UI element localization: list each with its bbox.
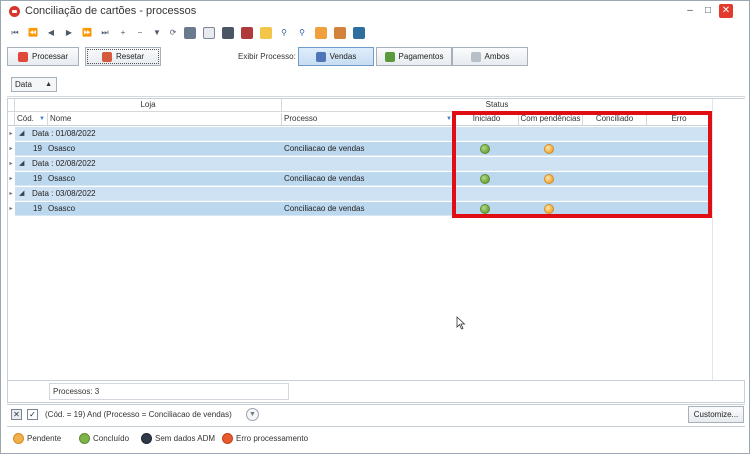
sales-icon (315, 51, 326, 62)
close-button[interactable]: ✕ (719, 4, 733, 18)
prev-record-icon[interactable]: ◀ (45, 27, 57, 39)
orange-dot-icon (13, 433, 24, 444)
refresh-icon[interactable]: ⟳ (167, 27, 179, 39)
grid-right-spacer (712, 99, 745, 380)
group-by-data[interactable]: Data ▲ (11, 77, 57, 92)
zoom-out-icon[interactable]: ⚲ (296, 27, 308, 39)
collapse-icon[interactable]: ◢ (19, 127, 24, 141)
filter-icon[interactable]: ▼ (151, 27, 163, 39)
last-page-icon[interactable]: ⏭ (99, 27, 111, 39)
both-icon (470, 51, 481, 62)
print-icon[interactable] (222, 27, 234, 39)
legend-pendente: Pendente (13, 432, 61, 445)
band-loja: Loja (15, 99, 282, 112)
legend-sem-dados: Sem dados ADM (141, 432, 215, 445)
app-icon (9, 6, 20, 17)
legend-erro: Erro processamento (222, 432, 308, 445)
report-icon[interactable] (241, 27, 253, 39)
row-indicator: ▸ (9, 131, 13, 137)
row-indicator: ▸ (9, 161, 13, 167)
legend-concluido: Concluído (79, 432, 129, 445)
col-cod[interactable]: Cód. ▼ (15, 113, 48, 126)
export-icon[interactable] (184, 27, 196, 39)
row-indicator: ▸ (9, 176, 13, 182)
green-dot-icon (79, 433, 90, 444)
insert-icon[interactable]: + (117, 27, 129, 39)
ambos-button[interactable]: Ambos (452, 47, 528, 66)
folder-icon[interactable] (260, 27, 272, 39)
next-page-icon[interactable]: ⏩ (81, 27, 93, 39)
window: Conciliação de cartões - processos – □ ✕… (0, 0, 750, 454)
exit-icon[interactable] (353, 27, 365, 39)
first-page-icon[interactable]: ⏮ (9, 27, 21, 39)
dark-dot-icon (141, 433, 152, 444)
customize-button[interactable]: Customize... (688, 406, 744, 423)
row-indicator: ▸ (9, 146, 13, 152)
minimize-button[interactable]: – (683, 4, 697, 18)
process-count: Processos: 3 (49, 383, 289, 400)
zoom-in-icon[interactable]: ⚲ (278, 27, 290, 39)
grid-row-header (8, 113, 15, 126)
filter-expression[interactable]: (Cód. = 19) And (Processo = Conciliacao … (45, 410, 232, 419)
summary-footer: Processos: 3 (7, 381, 745, 403)
next-record-icon[interactable]: ▶ (63, 27, 75, 39)
status-legend: Pendente Concluído Sem dados ADM Erro pr… (7, 426, 745, 450)
play-icon (17, 51, 28, 62)
reset-icon (101, 51, 112, 62)
filter-bar: ✕ ✓ (Cód. = 19) And (Processo = Concilia… (7, 404, 745, 424)
window-title: Conciliação de cartões - processos (25, 5, 197, 17)
settings-icon[interactable] (334, 27, 346, 39)
collapse-icon[interactable]: ◢ (19, 157, 24, 171)
group-by-panel: Data ▲ (7, 73, 745, 97)
row-indicator: ▸ (9, 191, 13, 197)
filter-enabled-checkbox[interactable]: ✓ (27, 409, 38, 420)
pagamentos-button[interactable]: Pagamentos (376, 47, 452, 66)
collapse-icon[interactable]: ◢ (19, 187, 24, 201)
filter-dropdown-icon[interactable]: ▼ (246, 408, 259, 421)
preview-icon[interactable] (203, 27, 215, 39)
navigation-toolbar: ⏮ ⏪ ◀ ▶ ⏩ ⏭ + − ▼ ⟳ ⚲ ⚲ (7, 25, 367, 43)
col-processo[interactable]: Processo ▼ (282, 113, 455, 126)
maximize-button[interactable]: □ (701, 4, 715, 18)
resetar-button[interactable]: Resetar (85, 47, 161, 66)
prev-page-icon[interactable]: ⏪ (27, 27, 39, 39)
mouse-cursor-icon (456, 316, 466, 330)
title-bar: Conciliação de cartões - processos – □ ✕ (1, 1, 749, 23)
red-dot-icon (222, 433, 233, 444)
column-filter-icon[interactable]: ▼ (39, 116, 45, 122)
exibir-processo-label: Exibir Processo: (238, 52, 296, 61)
col-nome[interactable]: Nome (48, 113, 282, 126)
sort-ascending-icon: ▲ (45, 81, 52, 88)
delete-icon[interactable]: − (134, 27, 146, 39)
processar-button[interactable]: Processar (7, 47, 79, 66)
clear-filter-icon[interactable]: ✕ (11, 409, 22, 420)
grid-corner (8, 99, 15, 112)
vendas-button[interactable]: Vendas (298, 47, 374, 66)
payment-icon (384, 51, 395, 62)
calendar-icon[interactable] (315, 27, 327, 39)
row-indicator: ▸ (9, 206, 13, 212)
status-highlight-box (452, 111, 712, 218)
